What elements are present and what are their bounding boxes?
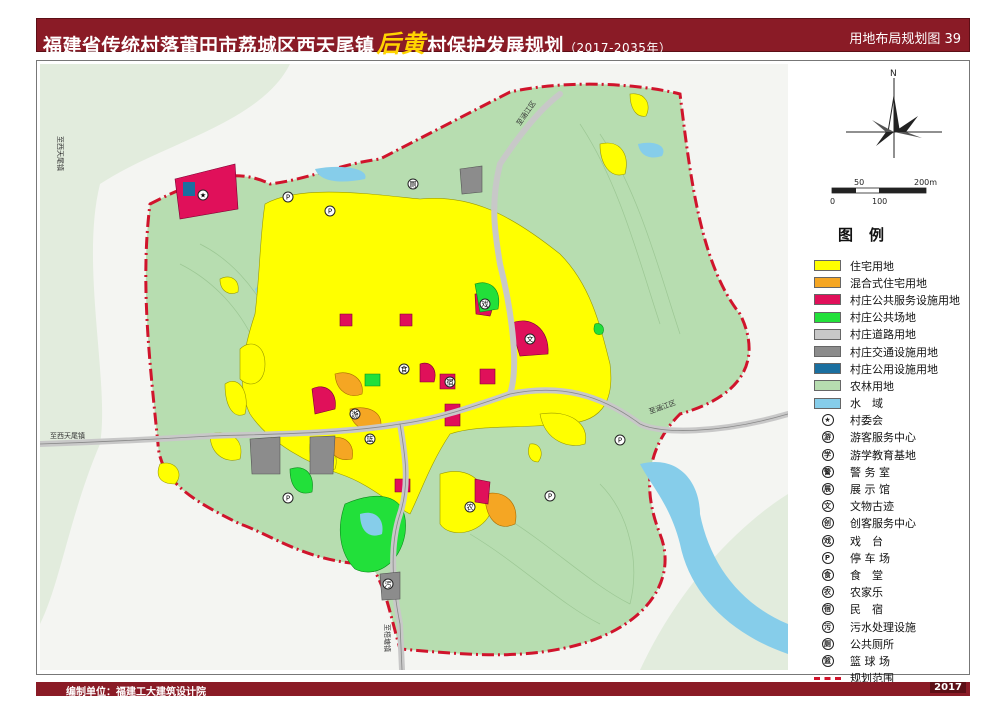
svg-text:文: 文 [527, 335, 534, 344]
footer-bar: 编制单位：福建工大建筑设计院 2017 [36, 682, 970, 698]
parking-marker: P [282, 492, 294, 504]
farmhouse-icon: 农 [821, 586, 834, 599]
parking-marker: P [324, 205, 336, 217]
plan-number: 用地布局规划图 39 [849, 32, 961, 47]
legend-public-space: 村庄公共场地 [814, 309, 966, 326]
parking-marker: P [544, 490, 556, 502]
legend-sewage: 污污水处理设施 [814, 618, 966, 635]
sewage-marker: 污 [382, 578, 394, 590]
svg-text:P: P [286, 194, 290, 202]
legend-village-committee: ★ 村委会 [814, 412, 966, 429]
legend-farmhouse: 农农家乐 [814, 584, 966, 601]
legend-title: 图例 [838, 226, 901, 244]
stage-icon: 戏 [821, 534, 834, 547]
police-room-icon: 警 [821, 465, 834, 478]
svg-text:100: 100 [872, 197, 887, 206]
legend-public-service: 村庄公共服务设施用地 [814, 291, 966, 308]
legend-list: 住宅用地 混合式住宅用地 村庄公共服务设施用地 村庄公共场地 村庄道路用地 村庄… [814, 257, 966, 687]
legend-transport: 村庄交通设施用地 [814, 343, 966, 360]
legend-utility: 村庄公用设施用地 [814, 360, 966, 377]
farmhouse-marker: 农 [464, 501, 476, 513]
legend-homestay: 宿民 宿 [814, 601, 966, 618]
basketball-icon: 篮 [821, 654, 834, 667]
homestay-icon: 宿 [821, 603, 834, 616]
exhibition-hall-icon: 展 [821, 483, 834, 496]
svg-text:200m: 200m [914, 178, 937, 187]
parking-marker: P [282, 191, 294, 203]
tourist-center-marker: 游 [349, 408, 361, 420]
swatch-public-service [814, 294, 841, 306]
canteen-icon: 食 [821, 568, 834, 581]
swatch-public-space [814, 311, 841, 323]
svg-text:污: 污 [385, 581, 392, 589]
svg-text:食: 食 [401, 365, 408, 374]
sewage-icon: 污 [821, 620, 834, 633]
legend-farmland: 农林用地 [814, 377, 966, 394]
swatch-residential [814, 260, 841, 272]
legend-study-base: 学游学教育基地 [814, 446, 966, 463]
legend-basketball: 篮篮 球 场 [814, 652, 966, 669]
svg-text:篮: 篮 [367, 435, 374, 444]
legend-police-room: 警警 务 室 [814, 463, 966, 480]
swatch-mixed-residential [814, 277, 841, 289]
legend-parking: P停 车 场 [814, 549, 966, 566]
legend-exhibition-hall: 展展 示 馆 [814, 480, 966, 497]
legend-road: 村庄道路用地 [814, 326, 966, 343]
toilet-icon: 厕 [821, 637, 834, 650]
svg-text:戏: 戏 [482, 300, 489, 309]
legend-tourist-center: 游游客服务中心 [814, 429, 966, 446]
maker-center-icon: 创 [821, 517, 834, 530]
homestay-marker: 宿 [444, 376, 456, 388]
swatch-farmland [814, 380, 841, 392]
north-label: N [890, 69, 897, 79]
legend-residential: 住宅用地 [814, 257, 966, 274]
swatch-transport [814, 346, 841, 358]
map-title: 福建省传统村落莆田市荔城区西天尾镇后黄 村保护发展规划（2017-2035年） [43, 30, 672, 58]
legend-heritage: 文文物古迹 [814, 498, 966, 515]
study-base-icon: 学 [821, 448, 834, 461]
heritage-icon: 文 [821, 500, 834, 513]
footer-year: 2017 [930, 682, 966, 693]
swatch-utility [814, 363, 841, 375]
svg-text:0: 0 [830, 197, 835, 206]
boundary-line-icon [814, 676, 841, 680]
land-use-map: P P P P P ★ 厕 文 戏 游 篮 食 宿 农 污 至西天尾镇 至西天尾… [40, 64, 788, 670]
footer-organization: 编制单位：福建工大建筑设计院 [66, 687, 206, 698]
legend-maker-center: 创创客服务中心 [814, 515, 966, 532]
heritage-marker: 文 [524, 333, 536, 345]
scale-bar: 50 200m 0 100 [830, 178, 937, 206]
swatch-water [814, 397, 841, 409]
road-label: 至梧塘镇 [383, 624, 392, 652]
swatch-road [814, 328, 841, 340]
title-bar: 福建省传统村落莆田市荔城区西天尾镇后黄 村保护发展规划（2017-2035年） 用… [36, 18, 970, 58]
svg-text:P: P [548, 493, 552, 501]
legend-water: 水 域 [814, 395, 966, 412]
road-label: 至西天尾镇 [50, 431, 85, 440]
toilet-marker: 厕 [407, 178, 419, 190]
svg-text:厕: 厕 [410, 181, 417, 189]
svg-text:P: P [618, 437, 622, 445]
legend-stage: 戏戏 台 [814, 532, 966, 549]
north-arrow: N [846, 69, 942, 158]
svg-text:游: 游 [352, 410, 359, 419]
restaurant-marker: 食 [398, 363, 410, 375]
svg-text:50: 50 [854, 178, 864, 187]
parking-marker: P [614, 434, 626, 446]
stage-marker: 戏 [479, 298, 491, 310]
svg-text:农: 农 [467, 503, 474, 512]
village-committee-marker: ★ [197, 189, 209, 201]
utility-land [183, 182, 195, 196]
svg-text:★: ★ [200, 192, 206, 200]
village-committee-icon: ★ [821, 414, 834, 427]
parking-icon: P [821, 551, 834, 564]
svg-text:宿: 宿 [447, 378, 454, 387]
legend-mixed-residential: 混合式住宅用地 [814, 274, 966, 291]
tourist-center-icon: 游 [821, 431, 834, 444]
legend-canteen: 食食 堂 [814, 566, 966, 583]
legend-toilet: 厕公共厕所 [814, 635, 966, 652]
road-label: 至西天尾镇 [56, 136, 65, 171]
svg-text:P: P [328, 208, 332, 216]
svg-text:P: P [286, 495, 290, 503]
basketball-marker: 篮 [364, 433, 376, 445]
